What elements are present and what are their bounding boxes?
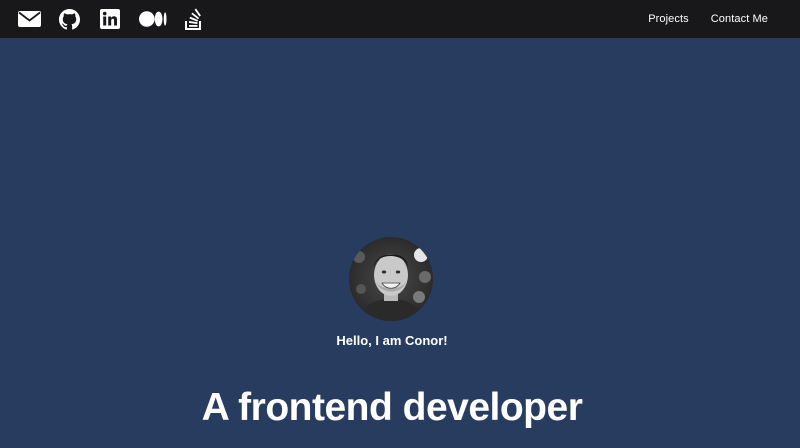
avatar	[349, 237, 433, 321]
email-link[interactable]	[18, 0, 41, 38]
linkedin-icon	[100, 9, 120, 29]
medium-icon	[139, 11, 167, 27]
nav-link-projects[interactable]: Projects	[648, 13, 689, 25]
github-icon	[59, 8, 80, 29]
stackoverflow-icon	[185, 8, 201, 30]
medium-link[interactable]	[139, 0, 167, 38]
linkedin-link[interactable]	[100, 0, 120, 38]
greeting-text: Hello, I am Conor!	[336, 333, 448, 348]
github-link[interactable]	[59, 0, 80, 38]
social-icons	[0, 0, 203, 38]
stackoverflow-link[interactable]	[185, 0, 203, 38]
email-icon	[18, 11, 41, 27]
profile-photo	[349, 237, 433, 321]
hero-headline: A frontend developer	[201, 386, 583, 429]
nav-links: Projects Contact Me	[626, 0, 800, 38]
top-navbar: Projects Contact Me	[0, 0, 800, 38]
nav-link-contact-me[interactable]: Contact Me	[711, 13, 768, 25]
